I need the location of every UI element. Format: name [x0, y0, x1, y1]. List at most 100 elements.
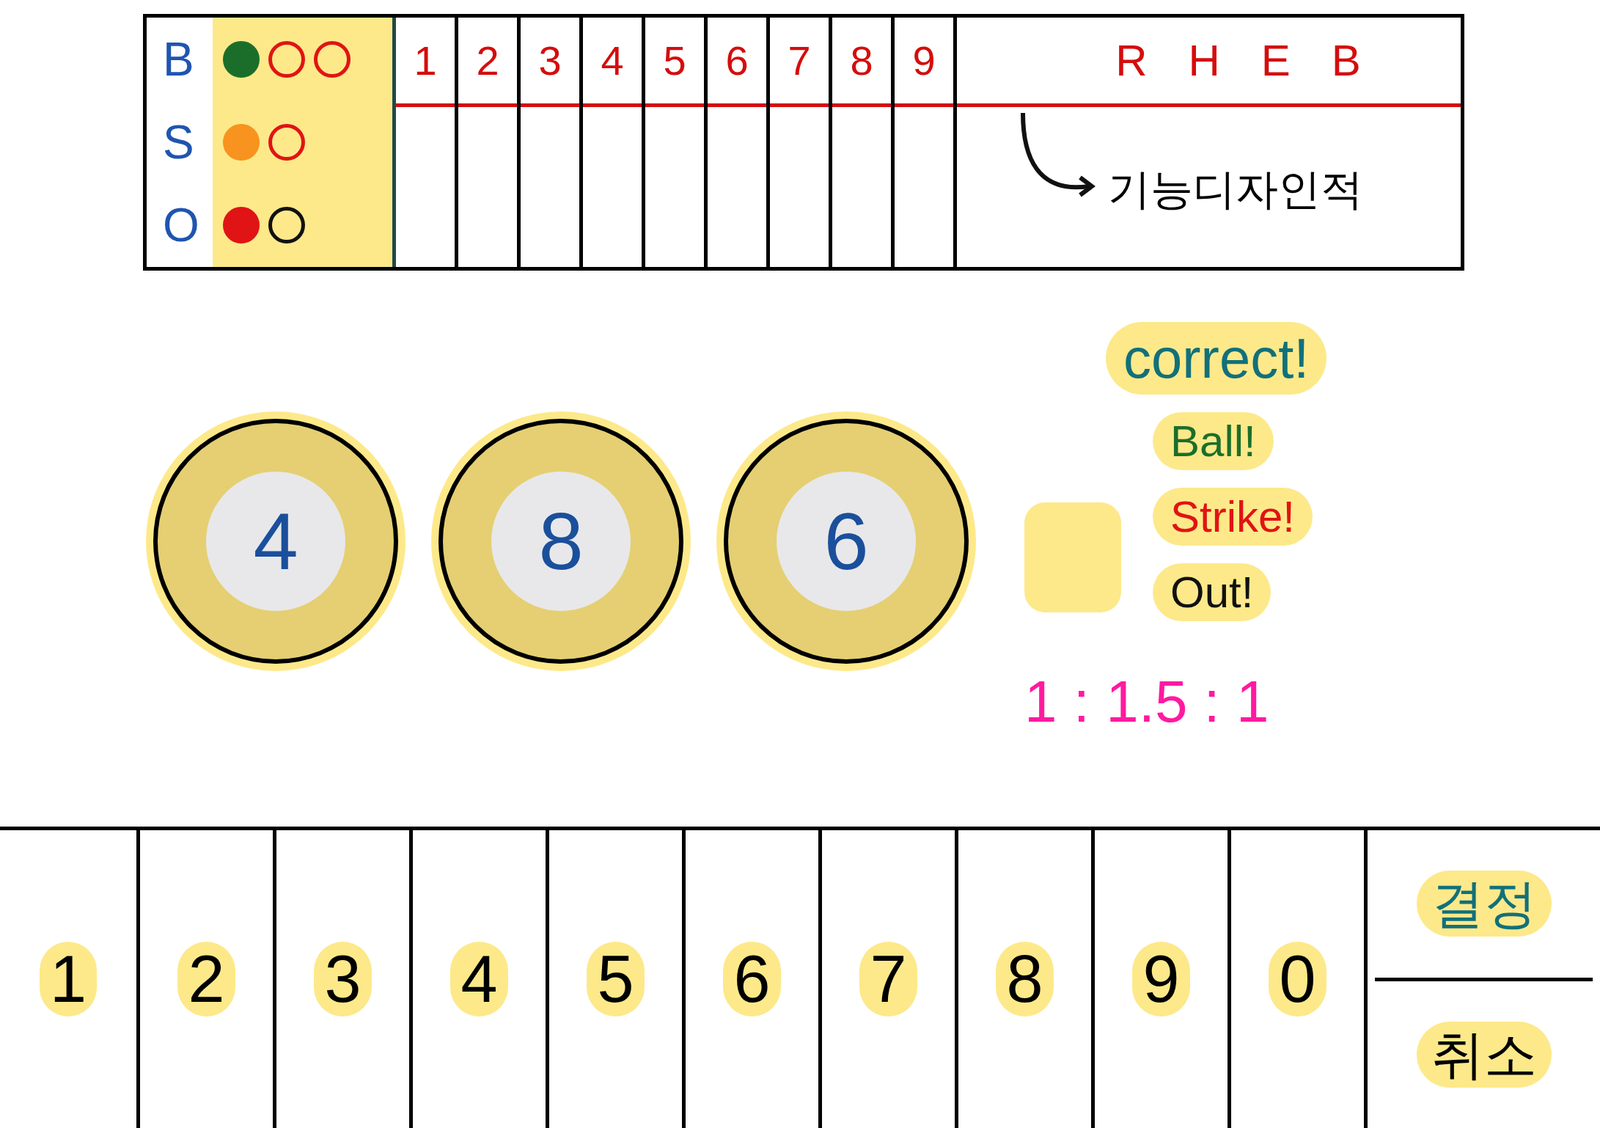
key-label: 5: [586, 941, 644, 1017]
number-ball: 4: [153, 418, 399, 664]
innings: 123456789: [395, 17, 957, 267]
inning-score: [832, 107, 891, 267]
count-label: S: [162, 118, 213, 166]
count-dots: [212, 17, 393, 267]
action-button[interactable]: 취소: [1374, 981, 1593, 1128]
play-area: 4 8 6 correct! Ball! Strike! Out! 1 : 1.5 : 1: [0, 270, 1600, 827]
number-key[interactable]: 4: [409, 830, 546, 1128]
inning-column: 8: [832, 17, 895, 267]
balls: 4 8 6: [153, 418, 969, 827]
key-label: 4: [450, 941, 508, 1017]
number-key[interactable]: 0: [1227, 830, 1364, 1128]
inning-header: 8: [832, 17, 891, 108]
count-labels: BSO: [146, 17, 213, 267]
count-dot: [313, 41, 351, 78]
inning-header: 7: [769, 17, 829, 108]
ball-face: 6: [776, 471, 916, 611]
inning-score: [645, 107, 704, 267]
inning-column: 9: [894, 17, 957, 267]
key-label: 2: [177, 941, 235, 1017]
inning-score: [458, 107, 517, 267]
inning-score: [769, 107, 829, 267]
inning-score: [894, 107, 954, 267]
app: BSO123456789RHEB기능디자인적486correct!Ball!St…: [0, 0, 1600, 1128]
note-row: 기능디자인적: [956, 107, 1461, 221]
count-dot: [222, 206, 260, 244]
key-label: 9: [1132, 941, 1190, 1017]
count-label: O: [162, 201, 213, 249]
key-label: 1: [39, 941, 97, 1017]
action-label: 결정: [1416, 870, 1552, 937]
action-panel: 결정취소: [1363, 830, 1600, 1128]
number-key[interactable]: 5: [545, 830, 682, 1128]
number-key[interactable]: 2: [136, 830, 273, 1128]
count-row: [222, 206, 393, 244]
arrow-icon: [1015, 112, 1104, 216]
number-key[interactable]: 3: [272, 830, 410, 1128]
number-key[interactable]: 7: [818, 830, 955, 1128]
inning-column: 7: [769, 17, 833, 267]
number-key[interactable]: 1: [0, 830, 137, 1128]
count-row: [222, 123, 393, 161]
design-note: 기능디자인적: [1107, 156, 1364, 221]
inning-score: [395, 107, 455, 267]
result-row: correct! Ball! Strike! Out!: [1024, 321, 1327, 622]
inning-header: 1: [395, 17, 455, 108]
count-row: [222, 41, 393, 78]
totals-label: R: [1115, 27, 1147, 94]
number-ball: 8: [438, 418, 684, 664]
totals-label: B: [1331, 27, 1361, 94]
scoreboard: BSO123456789RHEB기능디자인적: [142, 13, 1465, 271]
result-box: [1024, 502, 1122, 613]
count-dot: [222, 123, 260, 161]
totals-panel: RHEB 기능디자인적: [956, 17, 1461, 267]
action-button[interactable]: 결정: [1374, 830, 1593, 982]
number-key[interactable]: 6: [681, 830, 819, 1128]
count-dot: [268, 41, 306, 78]
inning-column: 4: [582, 17, 646, 267]
count-dot: [268, 123, 306, 161]
result-label: Out!: [1152, 563, 1271, 622]
number-key[interactable]: 9: [1091, 830, 1228, 1128]
result-label: Strike!: [1152, 487, 1313, 546]
number-ball: 6: [723, 418, 969, 664]
count-label: B: [162, 35, 213, 83]
result-label: correct!: [1105, 321, 1327, 395]
inning-score: [520, 107, 580, 267]
result-list: correct! Ball! Strike! Out!: [1105, 321, 1327, 622]
inning-score: [582, 107, 642, 267]
inning-header: 6: [707, 17, 767, 108]
inning-header: 3: [520, 17, 580, 108]
key-label: 0: [1268, 941, 1326, 1017]
ratio-note: 1 : 1.5 : 1: [1024, 657, 1327, 746]
key-label: 8: [995, 941, 1053, 1017]
inning-header: 4: [582, 17, 642, 108]
totals-label: E: [1261, 27, 1291, 94]
ball-number: 8: [538, 500, 583, 582]
inning-column: 2: [458, 17, 521, 267]
key-label: 7: [859, 941, 917, 1017]
inning-score: [707, 107, 767, 267]
count-panel: BSO: [146, 17, 396, 267]
number-key[interactable]: 8: [954, 830, 1092, 1128]
scoreboard-area: BSO123456789RHEB기능디자인적: [0, 0, 1600, 271]
inning-column: 3: [520, 17, 583, 267]
inning-header: 9: [894, 17, 954, 108]
inning-column: 1: [395, 17, 459, 267]
totals-header: RHEB: [956, 17, 1461, 108]
inning-header: 2: [458, 17, 517, 108]
result-label: Ball!: [1152, 412, 1274, 471]
keypad: 1 2 3 4 567 8 9 0 결정취소: [0, 826, 1600, 1128]
action-label: 취소: [1416, 1021, 1552, 1088]
ball-face: 4: [206, 471, 346, 611]
inning-header: 5: [645, 17, 704, 108]
ball-number: 4: [252, 500, 298, 582]
ball-number: 6: [823, 500, 869, 582]
totals-label: H: [1187, 27, 1220, 94]
inning-column: 5: [645, 17, 708, 267]
ball-face: 8: [491, 471, 631, 611]
count-dot: [268, 206, 306, 244]
result-area: correct! Ball! Strike! Out! 1 : 1.5 : 1: [1024, 321, 1327, 827]
key-label: 3: [313, 941, 372, 1017]
inning-column: 6: [707, 17, 770, 267]
